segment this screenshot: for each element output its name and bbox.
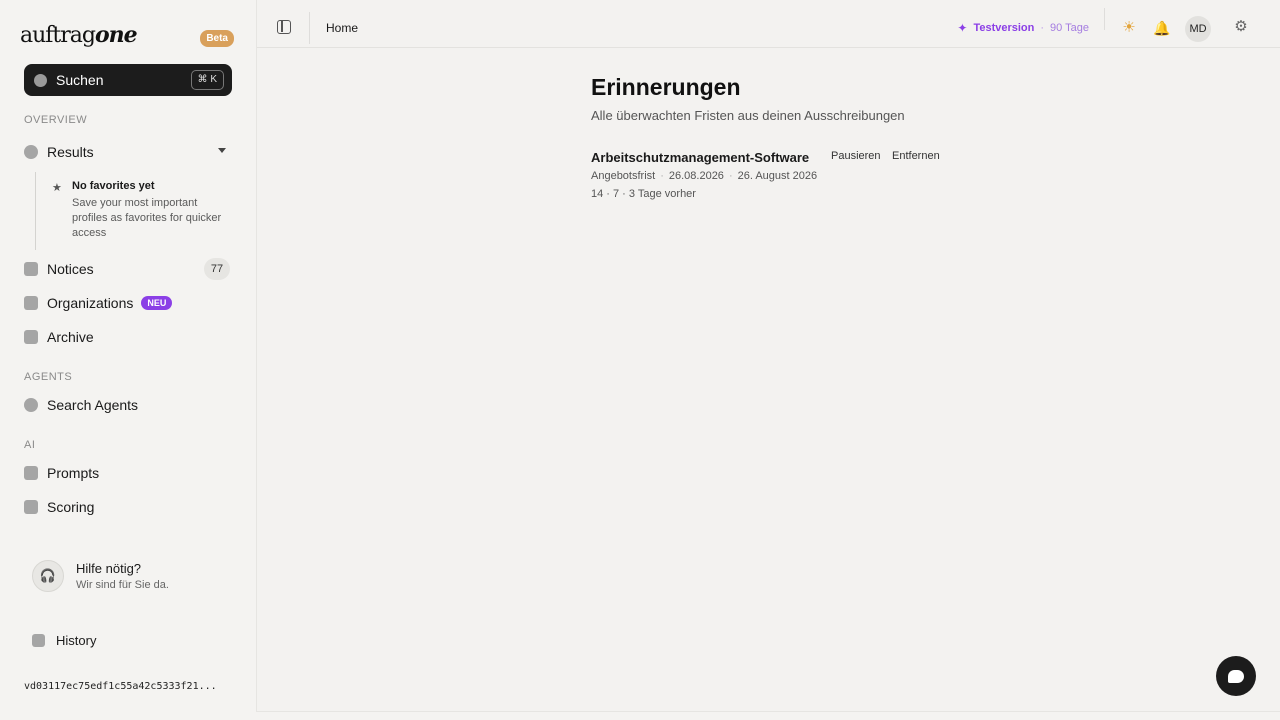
notices-count: 77 xyxy=(204,258,230,280)
pause-button[interactable]: Pausieren xyxy=(831,150,881,162)
sidebar-item-search-agents[interactable]: Search Agents xyxy=(24,391,232,419)
page-subtitle: Alle überwachten Fristen aus deinen Auss… xyxy=(591,108,905,123)
sidebar-item-organizations[interactable]: Organizations NEU xyxy=(24,289,232,317)
divider xyxy=(1104,8,1105,30)
search-label: Suchen xyxy=(56,72,104,88)
sidebar-item-results[interactable]: Results xyxy=(24,138,232,166)
help-subtitle: Wir sind für Sie da. xyxy=(76,579,169,591)
avatar[interactable]: MD xyxy=(1185,16,1211,42)
reminder-meta: Angebotsfrist · 26.08.2026 · 26. August 2026 xyxy=(591,170,818,182)
section-agents: AGENTS xyxy=(24,371,73,383)
sidebar-item-scoring[interactable]: Scoring xyxy=(24,493,232,521)
logo[interactable]: auftragone xyxy=(20,22,138,48)
new-badge: NEU xyxy=(141,296,173,310)
main-panel: Home ✦ Testversion · 90 Tage ☀ 🔔 MD ⚙ Er… xyxy=(256,0,1280,712)
reminder-item: Arbeitschutzmanagement-Software Pausiere… xyxy=(591,148,971,208)
reminder-title[interactable]: Arbeitschutzmanagement-Software xyxy=(591,150,809,165)
sun-icon[interactable]: ☀ xyxy=(1121,20,1137,36)
help-title: Hilfe nötig? xyxy=(76,561,142,576)
building-icon xyxy=(24,296,38,310)
search-icon xyxy=(34,73,47,87)
sidebar-item-prompts[interactable]: Prompts xyxy=(24,459,232,487)
divider xyxy=(309,12,310,44)
chat-icon xyxy=(1228,669,1244,683)
remove-button[interactable]: Entfernen xyxy=(892,150,940,162)
chevron-down-icon[interactable] xyxy=(218,148,226,153)
history-button[interactable]: History xyxy=(32,630,96,650)
sidebar-item-archive[interactable]: Archive xyxy=(24,323,232,351)
help-card[interactable]: 🎧 Hilfe nötig? Wir sind für Sie da. xyxy=(24,554,232,598)
scoring-icon xyxy=(24,500,38,514)
history-icon xyxy=(32,633,45,647)
favorites-title: No favorites yet xyxy=(72,180,155,192)
chip-icon xyxy=(24,466,38,480)
favorites-desc: Save your most important profiles as fav… xyxy=(72,197,222,239)
sidebar-item-notices[interactable]: Notices 77 xyxy=(24,255,232,283)
reminder-days: 14 · 7 · 3 Tage vorher xyxy=(591,188,696,200)
trial-badge[interactable]: ✦ Testversion · 90 Tage xyxy=(957,21,1089,35)
wand-icon: ✦ xyxy=(957,21,968,35)
topbar: Home ✦ Testversion · 90 Tage ☀ 🔔 MD ⚙ xyxy=(257,0,1280,48)
notice-icon xyxy=(24,262,38,276)
section-ai: AI xyxy=(24,439,36,451)
gear-icon[interactable]: ⚙ xyxy=(1233,19,1249,35)
section-overview: OVERVIEW xyxy=(24,114,88,126)
results-icon xyxy=(24,145,38,159)
search-button[interactable]: Suchen ⌘ K xyxy=(24,64,232,96)
favorites-empty: ★ No favorites yet Save your most import… xyxy=(35,172,235,250)
logo-row: auftragone Beta xyxy=(20,22,236,52)
chat-button[interactable] xyxy=(1216,656,1256,696)
star-icon: ★ xyxy=(52,182,62,194)
sidebar: auftragone Beta Suchen ⌘ K OVERVIEW Resu… xyxy=(0,0,256,720)
beta-badge: Beta xyxy=(200,30,234,47)
search-shortcut: ⌘ K xyxy=(190,70,224,90)
headphones-icon: 🎧 xyxy=(32,560,64,592)
breadcrumb[interactable]: Home xyxy=(326,21,358,35)
bell-icon[interactable]: 🔔 xyxy=(1153,20,1170,36)
page-title: Erinnerungen xyxy=(591,74,741,100)
bookmark-icon xyxy=(24,330,38,344)
sidebar-toggle-icon[interactable] xyxy=(277,20,291,34)
version-hash: vd03117ec75edf1c55a42c5333f21... xyxy=(24,681,217,692)
agent-icon xyxy=(24,398,38,412)
